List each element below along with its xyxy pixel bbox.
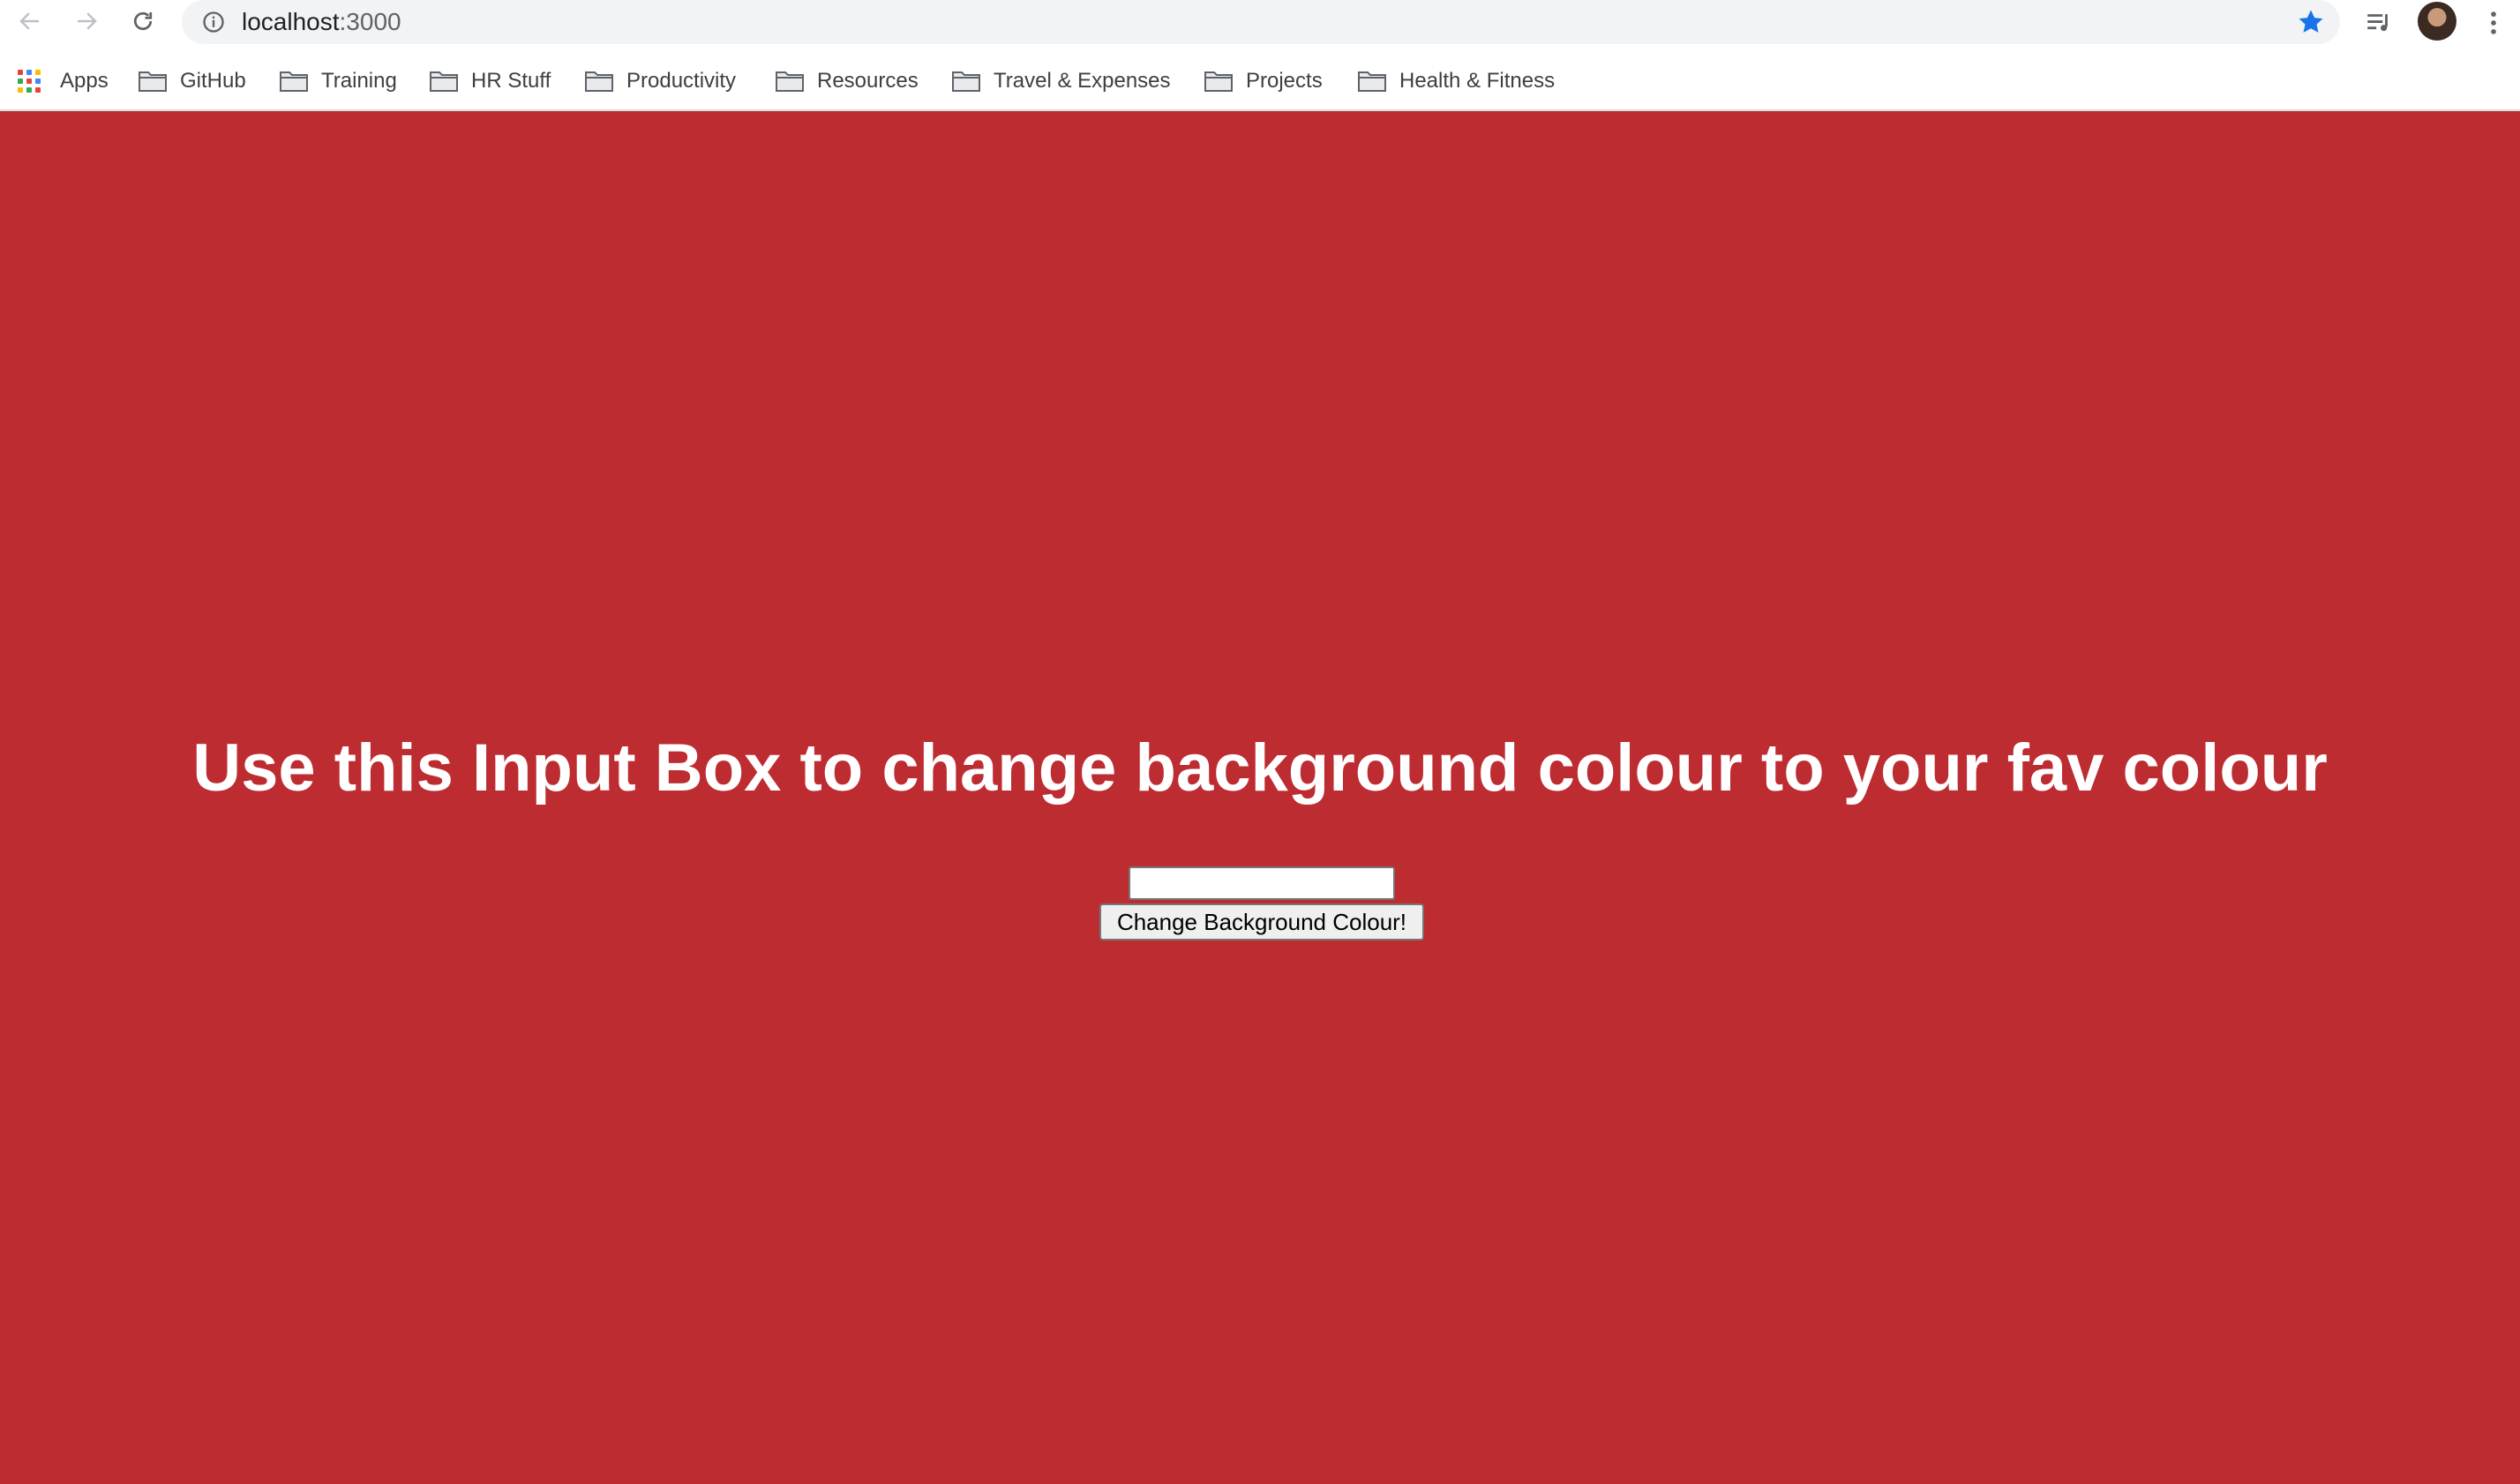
bookmark-folder-resources[interactable]: Resources: [775, 62, 919, 101]
bookmark-label: Apps: [60, 69, 109, 93]
folder-icon: [952, 71, 980, 92]
browser-menu-button[interactable]: [2476, 5, 2511, 41]
folder-icon: [776, 71, 804, 92]
arrow-left-icon: [19, 12, 39, 30]
bookmarks-bar: Apps GitHub Training HR Stuff Productivi…: [0, 62, 2520, 101]
bookmark-label: Resources: [817, 69, 919, 93]
bookmark-label: Training: [321, 69, 397, 93]
playlist-music-icon: [2367, 14, 2388, 32]
bookmark-label: HR Stuff: [471, 69, 551, 93]
bookmark-folder-hr-stuff[interactable]: HR Stuff: [429, 62, 551, 101]
bookmark-folder-github[interactable]: GitHub: [138, 62, 246, 101]
url-port: :3000: [339, 8, 401, 35]
folder-icon: [280, 71, 308, 92]
back-button[interactable]: [12, 5, 48, 37]
folder-icon: [430, 71, 458, 92]
change-background-button[interactable]: Change Background Colour!: [1099, 903, 1424, 941]
browser-toolbar: localhost:3000: [0, 0, 2520, 46]
bookmark-label: GitHub: [180, 69, 246, 93]
forward-button[interactable]: [69, 5, 104, 37]
folder-icon: [1204, 71, 1233, 92]
url-host: localhost: [242, 8, 340, 35]
bookmark-folder-productivity[interactable]: Productivity: [584, 62, 736, 101]
arrow-right-icon: [78, 12, 97, 30]
folder-icon: [139, 71, 167, 92]
bookmark-folder-health-fitness[interactable]: Health & Fitness: [1357, 62, 1555, 101]
info-icon[interactable]: [201, 10, 226, 34]
page-heading: Use this Input Box to change background …: [192, 731, 2328, 806]
folder-icon: [585, 71, 613, 92]
page-content: Use this Input Box to change background …: [0, 111, 2520, 1484]
address-bar[interactable]: localhost:3000: [182, 0, 2340, 44]
bookmark-folder-travel-expenses[interactable]: Travel & Expenses: [951, 62, 1171, 101]
bookmark-label: Health & Fitness: [1399, 69, 1556, 93]
bookmark-label: Productivity: [626, 69, 737, 93]
profile-avatar[interactable]: [2418, 2, 2456, 41]
reload-button[interactable]: [125, 5, 161, 37]
bookmark-star-icon[interactable]: [2296, 7, 2326, 37]
browser-chrome: localhost:3000 Apps GitHub Training HR S…: [0, 0, 2520, 111]
bookmark-folder-training[interactable]: Training: [279, 62, 397, 101]
folder-icon: [1358, 71, 1386, 92]
bookmark-label: Travel & Expenses: [994, 69, 1171, 93]
bookmark-label: Projects: [1246, 69, 1323, 93]
bookmark-apps[interactable]: Apps: [18, 62, 109, 101]
apps-grid-icon: [18, 70, 41, 93]
bookmark-folder-projects[interactable]: Projects: [1204, 62, 1323, 101]
url-text[interactable]: localhost:3000: [242, 9, 401, 35]
reload-icon: [133, 11, 153, 31]
colour-input[interactable]: [1129, 866, 1395, 900]
more-vertical-icon: [2491, 11, 2496, 34]
media-controls-button[interactable]: [2361, 5, 2396, 41]
